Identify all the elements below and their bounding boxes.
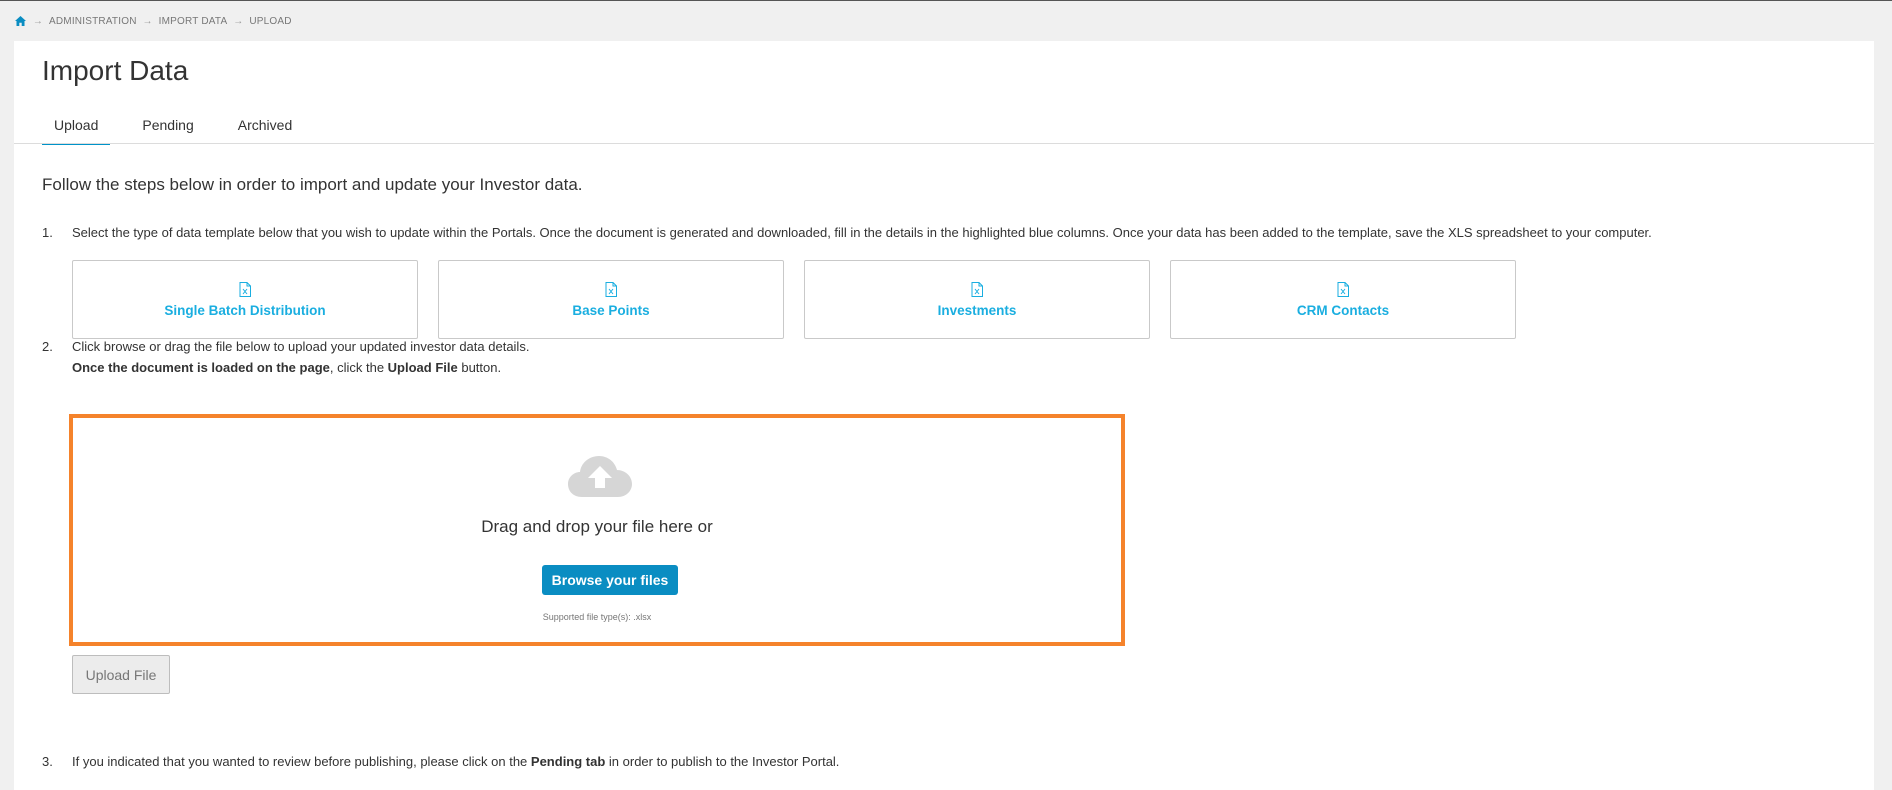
step-3: 3. If you indicated that you wanted to r… [42,751,1242,772]
excel-file-icon [239,281,251,297]
breadcrumb-upload: UPLOAD [249,15,292,27]
tab-bar: Upload Pending Archived [42,113,324,145]
step-2: 2. Click browse or drag the file below t… [42,336,942,378]
step-number: 1. [42,225,53,240]
template-label: Investments [937,302,1017,318]
step-text-line: If you indicated that you wanted to revi… [72,751,839,772]
tab-divider [14,143,1874,144]
upload-file-button[interactable]: Upload File [72,655,170,694]
template-crm-contacts[interactable]: CRM Contacts [1170,260,1516,339]
top-border [0,0,1892,1]
template-investments[interactable]: Investments [804,260,1150,339]
step-bold-text: Upload File [387,360,458,375]
template-single-batch-distribution[interactable]: Single Batch Distribution [72,260,418,339]
breadcrumb: → ADMINISTRATION → IMPORT DATA → UPLOAD [14,14,292,28]
template-list: Single Batch Distribution Base Points In… [72,260,1516,339]
chevron-right-icon: → [142,15,153,27]
step-number: 2. [42,339,53,354]
breadcrumb-administration[interactable]: ADMINISTRATION [49,16,137,27]
step-1: 1. Select the type of data template belo… [42,222,1872,243]
template-label: Single Batch Distribution [164,302,326,318]
tab-pending[interactable]: Pending [130,113,205,145]
home-icon[interactable] [14,15,27,28]
page-title: Import Data [42,55,189,86]
breadcrumb-import-data[interactable]: IMPORT DATA [159,16,228,27]
chevron-right-icon: → [233,15,244,27]
browse-files-button[interactable]: Browse your files [542,565,678,595]
intro-text: Follow the steps below in order to impor… [42,175,583,194]
tab-upload[interactable]: Upload [42,113,111,145]
chevron-right-icon: → [32,15,44,27]
step-bold-text: Pending tab [530,754,606,769]
step-text: Select the type of data template below t… [72,225,1652,240]
supported-file-types: Supported file type(s): .xlsx [542,612,652,622]
step-text: in order to publish to the Investor Port… [605,754,840,769]
template-label: Base Points [572,302,650,318]
excel-file-icon [605,281,617,297]
tab-archived[interactable]: Archived [226,113,304,145]
step-bold-text: Once the document is loaded on the page [72,360,330,375]
step-text: If you indicated that you wanted to revi… [72,754,531,769]
step-text: , click the [329,360,388,375]
cloud-upload-icon [568,456,632,497]
template-label: CRM Contacts [1296,302,1390,318]
dropzone-text: Drag and drop your file here or [481,517,713,536]
step-text: button. [457,360,502,375]
step-text-line2: Once the document is loaded on the page,… [72,357,529,378]
excel-file-icon [971,281,983,297]
excel-file-icon [1337,281,1349,297]
file-dropzone[interactable]: Drag and drop your file here or Browse y… [69,414,1125,646]
step-number: 3. [42,754,53,769]
step-text: Click browse or drag the file below to u… [72,339,530,354]
template-base-points[interactable]: Base Points [438,260,784,339]
